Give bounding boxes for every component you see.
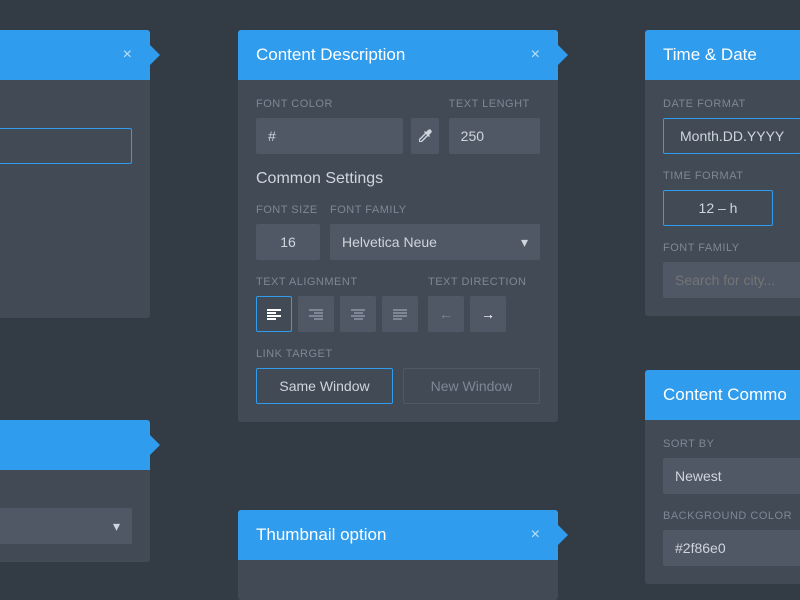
chevron-down-icon: ▾ xyxy=(521,234,528,251)
time-format-label: TIME FORMAT xyxy=(663,170,800,182)
close-icon[interactable]: × xyxy=(531,46,540,64)
content-common-header: Content Commo xyxy=(645,370,800,420)
text-length-input[interactable] xyxy=(449,118,540,154)
select-value: Helvetica Neue xyxy=(342,234,437,250)
direction-rtl-button[interactable]: → xyxy=(470,296,506,332)
font-family-label: FONT FAMILY xyxy=(663,242,800,254)
time-format-button[interactable]: 12 – h xyxy=(663,190,773,226)
bg-color-input[interactable] xyxy=(663,530,800,566)
link-same-window-button[interactable]: Same Window xyxy=(256,368,393,404)
panel-title: Content Commo xyxy=(663,385,787,405)
align-center-button[interactable] xyxy=(340,296,376,332)
text-length-label: TEXT LENGHT xyxy=(449,98,540,110)
chevron-down-icon: ▾ xyxy=(113,518,120,535)
sort-by-select[interactable]: Newest xyxy=(663,458,800,494)
select-value: Newest xyxy=(675,468,722,484)
font-color-input[interactable] xyxy=(256,118,403,154)
panel-title: Thumbnail option xyxy=(256,525,386,545)
font-size-label: FONT SIZE xyxy=(256,204,320,216)
sort-by-label: SORT BY xyxy=(663,438,800,450)
panel-title: Time & Date xyxy=(663,45,757,65)
close-icon[interactable]: × xyxy=(531,526,540,544)
text-alignment-label: TEXT ALIGNMENT xyxy=(256,276,418,288)
align-justify-button[interactable] xyxy=(382,296,418,332)
rss-input[interactable] xyxy=(0,128,132,164)
content-description-header: Content Description × xyxy=(238,30,558,80)
font-family-select[interactable]: Helvetica Neue ▾ xyxy=(330,224,540,260)
font-color-label: FONT COLOR xyxy=(256,98,439,110)
font-size-input[interactable] xyxy=(256,224,320,260)
font-family-label: LY xyxy=(0,488,132,500)
link-new-window-button[interactable]: New Window xyxy=(403,368,540,404)
eyedropper-icon[interactable] xyxy=(411,118,439,154)
align-left-button[interactable] xyxy=(256,296,292,332)
link-target-label: LINK TARGET xyxy=(256,348,540,360)
panel-title: Content Description xyxy=(256,45,405,65)
time-date-header: Time & Date xyxy=(645,30,800,80)
city-search-input[interactable] xyxy=(663,262,800,298)
close-icon[interactable]: × xyxy=(123,46,132,64)
thumbnail-header: Thumbnail option × xyxy=(238,510,558,560)
panel-header xyxy=(0,420,150,470)
font-family-label: FONT FAMILY xyxy=(330,204,540,216)
text-direction-label: TEXT DIRECTION xyxy=(428,276,526,288)
date-format-button[interactable]: Month.DD.YYYY xyxy=(663,118,800,154)
panel-header: × xyxy=(0,30,150,80)
date-format-label: DATE FORMAT xyxy=(663,98,800,110)
align-right-button[interactable] xyxy=(298,296,334,332)
bg-color-label: BACKGROUND COLOR xyxy=(663,510,800,522)
common-settings-heading: Common Settings xyxy=(256,170,540,188)
font-family-select[interactable]: ca Neue ▾ xyxy=(0,508,132,544)
direction-ltr-button[interactable]: ← xyxy=(428,296,464,332)
